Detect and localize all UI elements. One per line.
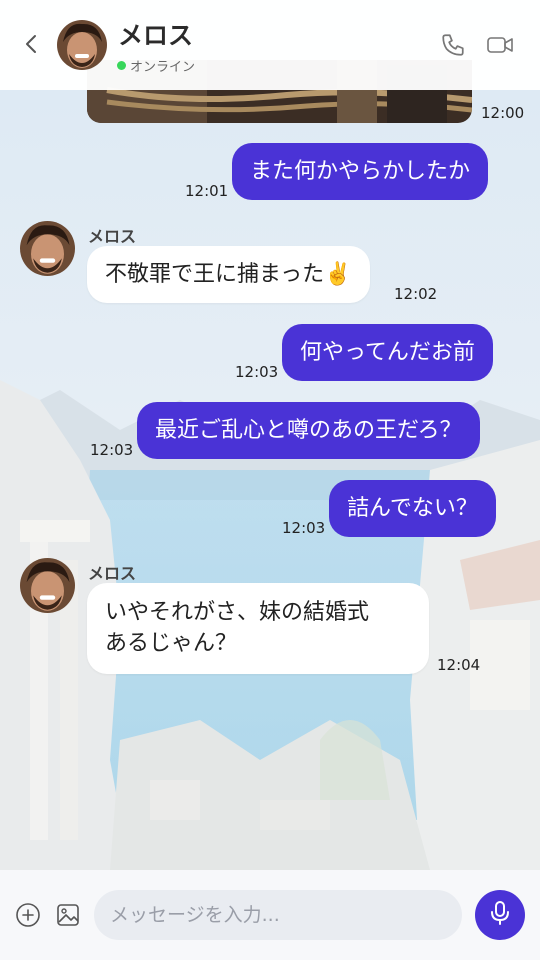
sender-avatar[interactable] (20, 221, 75, 276)
plus-icon[interactable] (15, 902, 41, 928)
online-dot (117, 61, 126, 70)
mic-button[interactable] (475, 890, 525, 940)
message-time: 12:03 (282, 519, 326, 537)
sender-name: メロス (88, 564, 137, 583)
sender-avatar[interactable] (20, 558, 75, 613)
contact-avatar[interactable] (57, 20, 107, 70)
message-time: 12:02 (394, 285, 438, 303)
contact-name: メロス (118, 21, 194, 50)
message-line: あるじゃん？ (105, 631, 238, 656)
message-time: 12:03 (90, 441, 134, 459)
message-input[interactable] (94, 890, 462, 940)
outgoing-message[interactable]: 詰んでない？ (329, 480, 496, 537)
mic-icon (489, 900, 511, 930)
status-indicator: オンライン (117, 56, 195, 75)
message-time: 12:04 (437, 656, 481, 674)
outgoing-message[interactable]: また何かやらかしたか (232, 143, 489, 200)
image-icon[interactable] (55, 902, 81, 928)
sender-name: メロス (88, 227, 137, 246)
message-time: 12:03 (235, 363, 279, 381)
back-icon[interactable] (20, 32, 44, 56)
chat-header: メロス オンライン (0, 0, 540, 90)
incoming-message[interactable]: いやそれがさ、妹の結婚式 あるじゃん？ (87, 583, 429, 674)
outgoing-message[interactable]: 何やってんだお前 (282, 324, 493, 381)
video-icon[interactable] (486, 34, 514, 56)
message-line: いやそれがさ、妹の結婚式 (105, 600, 370, 625)
phone-icon[interactable] (440, 32, 466, 58)
message-time: 12:01 (185, 182, 229, 200)
outgoing-message[interactable]: 最近ご乱心と噂のあの王だろ？ (137, 402, 480, 459)
status-text: オンライン (130, 60, 196, 75)
message-time: 12:00 (481, 104, 525, 122)
incoming-message[interactable]: 不敬罪で王に捕まった✌️ (87, 246, 370, 303)
